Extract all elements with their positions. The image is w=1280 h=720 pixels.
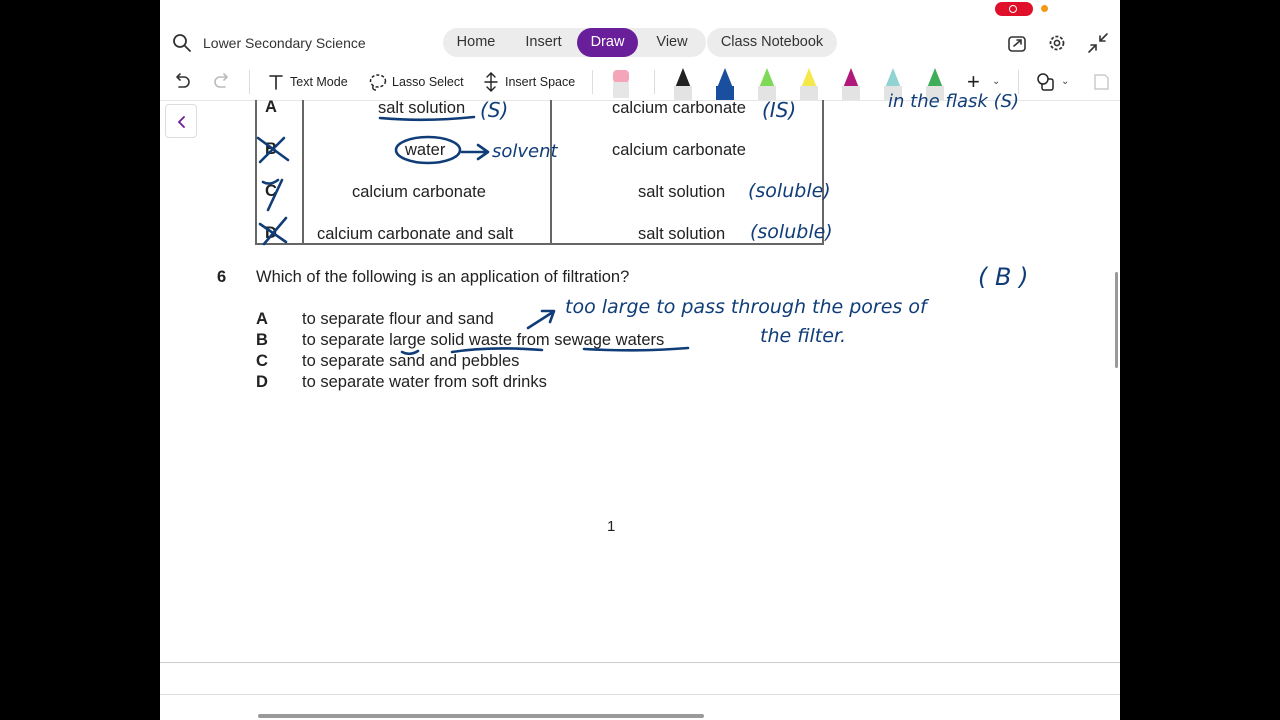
vertical-scrollbar[interactable] [1115, 272, 1118, 368]
onenote-window: Lower Secondary Science Home Insert Draw… [160, 0, 1120, 720]
option-c-text: to separate sand and pebbles [302, 352, 520, 370]
option-letter-c: C [256, 352, 268, 370]
insert-space-button[interactable]: Insert Space [505, 75, 575, 89]
back-button[interactable] [165, 104, 197, 138]
row-d-col2: salt solution [638, 225, 726, 243]
annotation-answer: ( B ) [978, 263, 1028, 291]
teal-pen-icon[interactable] [884, 68, 902, 100]
row-c-col1: calcium carbonate [352, 183, 486, 201]
option-letter-b: B [256, 331, 268, 349]
row-c-col2: salt solution [638, 183, 726, 201]
chevron-down-icon[interactable]: ⌄ [1061, 76, 1069, 87]
row-d-col1: calcium carbonate and salt [317, 225, 514, 243]
ruler-icon[interactable] [1091, 72, 1111, 92]
row-a-col2: calcium carbonate [612, 99, 746, 117]
notebook-title: Lower Secondary Science [203, 35, 366, 51]
lasso-icon [369, 74, 387, 91]
option-letter-d: D [256, 373, 268, 391]
green-highlighter-icon[interactable] [758, 68, 776, 100]
toolbar-divider [249, 70, 250, 94]
shapes-icon[interactable] [1036, 72, 1056, 92]
black-pen-icon[interactable] [674, 68, 692, 100]
question-text: Which of the following is an application… [256, 268, 630, 286]
microphone-dot [1041, 5, 1048, 12]
tab-view[interactable]: View [639, 28, 705, 57]
blue-pen-icon[interactable] [716, 68, 734, 100]
option-a-text: to separate flour and sand [302, 310, 494, 328]
screen-recording-indicator[interactable] [995, 2, 1033, 16]
text-mode-icon [269, 75, 283, 90]
add-pen-icon[interactable]: + [967, 71, 980, 93]
option-b-text: to separate large solid waste from sewag… [302, 331, 665, 349]
question-number: 6 [217, 268, 227, 286]
option-letter-a: A [256, 310, 268, 328]
chevron-down-icon[interactable]: ⌄ [992, 76, 1000, 87]
page-break-line [160, 662, 1120, 663]
page-number: 1 [607, 518, 616, 535]
yellow-highlighter-icon[interactable] [800, 68, 818, 100]
pen-tray[interactable] [670, 64, 960, 100]
lasso-select-button[interactable]: Lasso Select [392, 75, 464, 89]
magenta-pen-icon[interactable] [842, 68, 860, 100]
undo-icon[interactable] [172, 71, 192, 91]
row-b-col2: calcium carbonate [612, 141, 746, 159]
tab-home[interactable]: Home [443, 28, 509, 57]
eraser-icon[interactable] [611, 68, 631, 100]
text-mode-button[interactable]: Text Mode [290, 75, 348, 89]
tab-draw[interactable]: Draw [577, 28, 638, 57]
gear-icon[interactable] [1046, 32, 1068, 54]
horizontal-scrollbar[interactable] [258, 714, 704, 718]
class-notebook-button[interactable]: Class Notebook [707, 28, 837, 57]
annotation-note-line1: too large to pass through the pores of [565, 296, 930, 318]
row-letter-b: B [265, 140, 277, 158]
annotation-note-line2: the filter. [760, 325, 846, 347]
ink-arrow [526, 309, 556, 330]
chevron-left-icon [177, 116, 185, 128]
ribbon-tabs: Home Insert Draw View [443, 28, 706, 57]
row-a-col1: salt solution [378, 99, 466, 117]
redo-icon[interactable] [212, 71, 232, 91]
share-icon[interactable] [1006, 32, 1028, 54]
search-icon[interactable] [172, 33, 192, 53]
collapse-icon[interactable] [1087, 32, 1109, 54]
row-letter-d: D [265, 224, 277, 242]
option-d-text: to separate water from soft drinks [302, 373, 547, 391]
toolbar-divider [592, 70, 593, 94]
row-letter-a: A [265, 98, 277, 116]
page-break-line [160, 694, 1120, 695]
toolbar-divider [1018, 70, 1019, 94]
tab-insert[interactable]: Insert [510, 28, 577, 57]
green-pen-icon[interactable] [926, 68, 944, 100]
insert-space-icon [484, 72, 498, 92]
row-b-col1: water [405, 141, 446, 159]
toolbar-divider [654, 70, 655, 94]
row-letter-c: C [265, 182, 277, 200]
